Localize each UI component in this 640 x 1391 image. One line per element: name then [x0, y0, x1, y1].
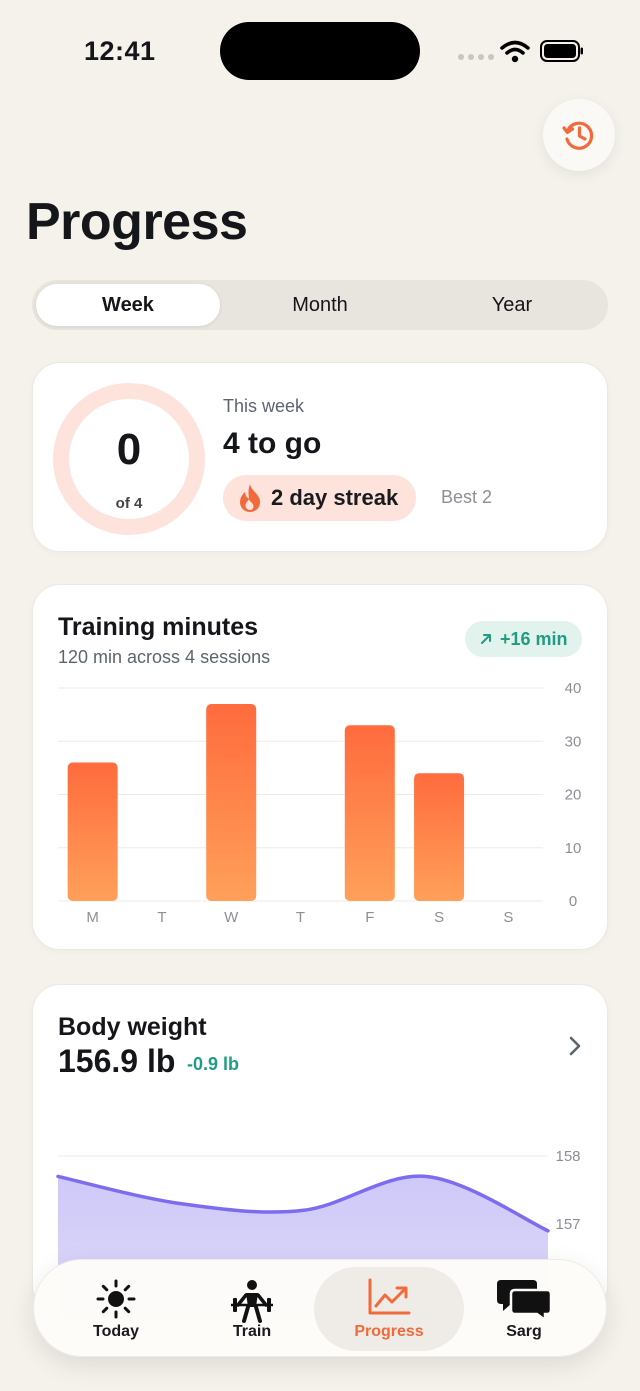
trend-chart-icon [368, 1278, 411, 1315]
tab-train[interactable]: Train [192, 1260, 312, 1358]
status-bar: 12:41 [0, 0, 640, 100]
history-icon [562, 121, 594, 150]
streak-label: 2 day streak [271, 485, 399, 510]
y-tick-label: 40 [565, 680, 582, 697]
tab-year[interactable]: Year [420, 284, 604, 326]
flame-icon [240, 484, 260, 512]
period-label: This week [223, 396, 305, 416]
goal-total-label: of 4 [115, 495, 143, 512]
wifi-icon [500, 40, 530, 63]
tab-today-label: Today [93, 1323, 139, 1340]
y-tick-label: 10 [565, 840, 582, 857]
x-tick-label: T [296, 909, 305, 926]
x-tick-label: W [224, 909, 239, 926]
history-button[interactable] [543, 99, 615, 171]
tab-train-label: Train [232, 1323, 272, 1340]
y-tick-label: 158 [555, 1148, 580, 1165]
weekly-goal-card: 0 of 4 This week 4 to go 2 day streak Be… [32, 362, 608, 552]
goal-progress-ring: 0 of 4 [51, 381, 207, 537]
x-tick-label: F [365, 909, 374, 926]
chart-bar[interactable] [344, 725, 395, 901]
tab-today[interactable]: Today [56, 1260, 176, 1358]
chat-bubbles-icon [497, 1280, 551, 1320]
barbell-icon [231, 1280, 273, 1323]
goal-done-count: 0 [116, 425, 142, 474]
tab-sarg-label: Sarg [506, 1323, 542, 1340]
page-title: Progress [26, 193, 248, 251]
y-tick-label: 20 [565, 787, 582, 804]
y-tick-label: 30 [565, 733, 582, 750]
tab-progress-label: Progress [354, 1323, 424, 1340]
remaining-label: 4 to go [223, 427, 322, 460]
y-tick-label: 0 [569, 893, 577, 910]
dynamic-island [220, 22, 420, 80]
chart-bar[interactable] [206, 703, 257, 901]
training-minutes-card[interactable]: Training minutes 120 min across 4 sessio… [32, 584, 608, 950]
tab-progress[interactable]: Progress [314, 1267, 464, 1351]
battery-icon [540, 40, 583, 62]
y-tick-label: 157 [555, 1216, 580, 1233]
tab-month[interactable]: Month [228, 284, 412, 326]
tab-sarg[interactable]: Sarg [464, 1260, 584, 1358]
status-time: 12:41 [84, 36, 156, 66]
tab-bar: Today Train Progress Sarg [33, 1259, 607, 1357]
sun-icon [96, 1279, 136, 1319]
x-tick-label: S [434, 909, 444, 926]
streak-badge: 2 day streak [223, 475, 417, 521]
x-tick-label: S [503, 909, 513, 926]
x-tick-label: T [157, 909, 166, 926]
x-tick-label: M [86, 909, 99, 926]
best-streak-label: Best 2 [441, 487, 493, 507]
tab-week[interactable]: Week [36, 284, 220, 326]
range-selector: Week Month Year [32, 280, 608, 330]
chart-bar[interactable] [67, 762, 118, 901]
training-bar-chart: 0 10 20 30 40 M T W T F S S [58, 680, 582, 926]
chart-bar[interactable] [414, 773, 465, 901]
cellular-signal-icon [458, 54, 494, 60]
